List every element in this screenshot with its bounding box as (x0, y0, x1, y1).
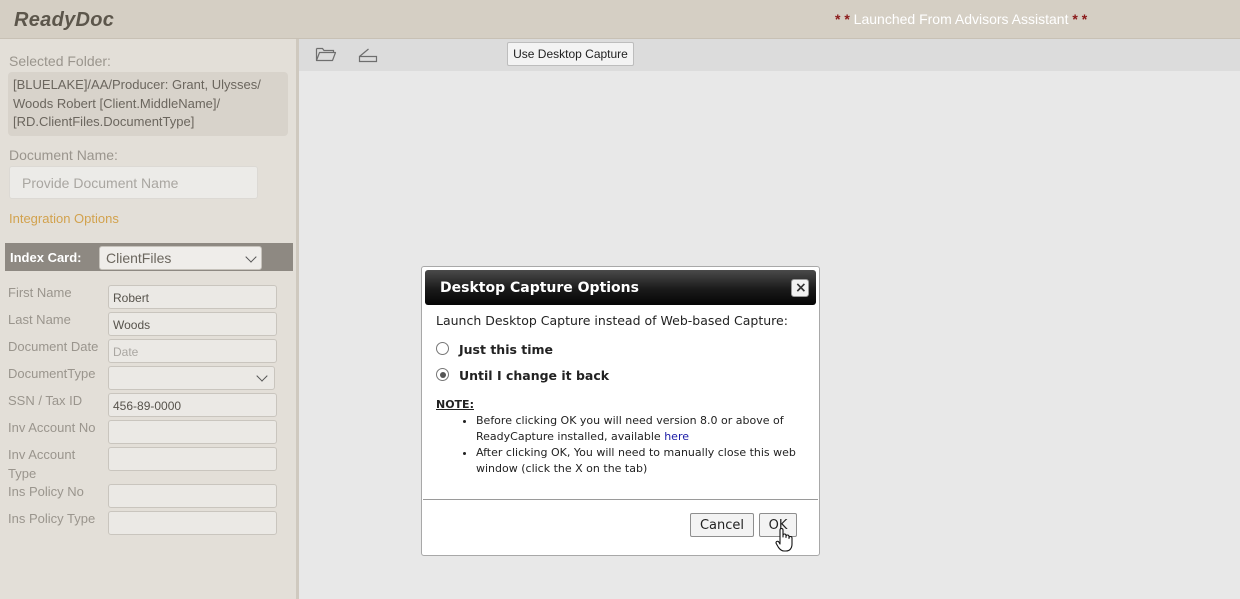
ssn-input[interactable]: 456-89-0000 (108, 393, 277, 417)
ok-button[interactable]: OK (759, 513, 797, 537)
use-desktop-capture-button[interactable]: Use Desktop Capture (507, 42, 634, 66)
ssn-label: SSN / Tax ID (8, 393, 83, 408)
inv-account-no-input[interactable] (108, 420, 277, 444)
dialog-prompt: Launch Desktop Capture instead of Web-ba… (436, 313, 788, 328)
banner-stars-right: * * (1072, 11, 1088, 27)
document-name-input[interactable] (9, 166, 258, 199)
ssn-value: 456-89-0000 (113, 399, 182, 413)
ins-policy-type-label: Ins Policy Type (8, 511, 96, 526)
readycapture-download-link[interactable]: here (664, 430, 689, 443)
app-header: ReadyDoc * * Launched From Advisors Assi… (0, 0, 1240, 39)
radio-label-just-this-time[interactable]: Just this time (459, 342, 553, 357)
note-close-text: After clicking OK, You will need to manu… (476, 446, 796, 475)
document-date-label: Document Date (8, 339, 99, 354)
desktop-capture-dialog: Desktop Capture Options × Launch Desktop… (421, 266, 820, 556)
inv-account-type-input[interactable] (108, 447, 277, 471)
first-name-label: First Name (8, 285, 72, 300)
close-icon: × (795, 280, 807, 296)
last-name-input[interactable]: Woods (108, 312, 277, 336)
index-card-select[interactable]: ClientFiles (99, 246, 262, 270)
document-type-select[interactable] (108, 366, 275, 390)
note-heading: NOTE: (436, 398, 474, 411)
note-list: Before clicking OK you will need version… (436, 413, 806, 477)
last-name-label: Last Name (8, 312, 71, 327)
note-item-version: Before clicking OK you will need version… (476, 413, 806, 444)
dialog-separator (423, 499, 818, 500)
radio-just-this-time[interactable] (436, 342, 449, 355)
radio-label-until-change-back[interactable]: Until I change it back (459, 368, 609, 383)
cancel-button[interactable]: Cancel (690, 513, 754, 537)
index-card-label: Index Card: (10, 250, 82, 265)
banner-text: Launched From Advisors Assistant (849, 11, 1073, 27)
banner-stars-left: * * (835, 11, 850, 27)
dialog-title: Desktop Capture Options (440, 280, 639, 296)
inv-account-no-label: Inv Account No (8, 420, 96, 435)
selected-folder-label: Selected Folder: (9, 53, 111, 69)
launched-banner: * * Launched From Advisors Assistant * * (835, 11, 1087, 27)
chevron-down-icon (256, 370, 268, 382)
selected-folder-box: [BLUELAKE]/AA/Producer: Grant, Ulysses/ … (8, 72, 288, 136)
chevron-down-icon (245, 251, 257, 263)
last-name-value: Woods (113, 318, 151, 332)
app-brand: ReadyDoc (14, 9, 115, 31)
folder-open-icon[interactable] (315, 44, 337, 64)
first-name-value: Robert (113, 291, 150, 305)
selected-folder-path: [BLUELAKE]/AA/Producer: Grant, Ulysses/ … (13, 77, 261, 129)
dialog-title-bar: Desktop Capture Options × (425, 270, 816, 305)
ins-policy-no-label: Ins Policy No (8, 484, 84, 499)
document-date-input[interactable]: Date (108, 339, 277, 363)
first-name-input[interactable]: Robert (108, 285, 277, 309)
document-name-label: Document Name: (9, 147, 118, 163)
document-type-label: DocumentType (8, 366, 96, 381)
note-item-close-window: After clicking OK, You will need to manu… (476, 445, 806, 476)
inv-account-type-label: Inv Account Type (8, 447, 76, 481)
dialog-close-button[interactable]: × (791, 279, 809, 297)
scanner-icon[interactable] (357, 44, 379, 64)
index-card-value: ClientFiles (106, 250, 172, 266)
toolbar (299, 39, 1240, 71)
ins-policy-type-input[interactable] (108, 511, 277, 535)
ins-policy-no-input[interactable] (108, 484, 277, 508)
document-date-placeholder: Date (113, 345, 139, 359)
integration-options-link[interactable]: Integration Options (9, 211, 119, 226)
radio-until-change-back[interactable] (436, 368, 449, 381)
note-version-text: Before clicking OK you will need version… (476, 414, 784, 443)
